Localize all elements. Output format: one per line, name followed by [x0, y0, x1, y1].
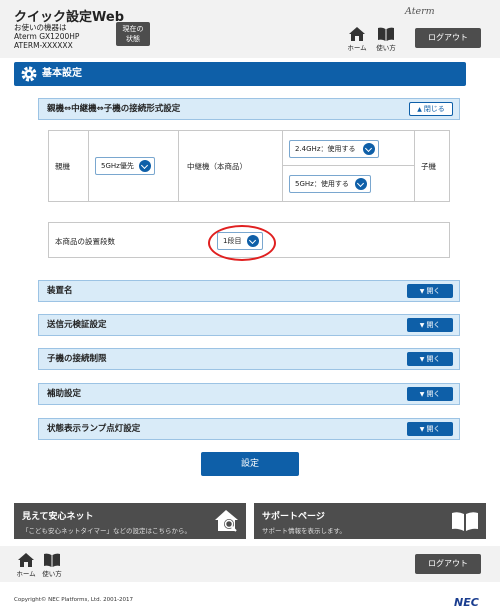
device-name-accordion[interactable]: 装置名 ▼ 開く	[38, 280, 460, 302]
chevron-down-icon	[355, 178, 367, 190]
chevron-down-icon: ▼	[419, 288, 425, 295]
header: クイック設定Web お使いの機器は Aterm GX1200HP ATERM-X…	[0, 0, 500, 58]
parent-band-select[interactable]: 5GHz優先	[95, 157, 155, 175]
connection-accordion-header[interactable]: 親機⇔中継機⇔子機の接続形式設定 ▲ 閉じる	[38, 98, 460, 120]
usage-button[interactable]: 使い方	[374, 27, 398, 52]
connection-table: 親機 5GHz優先 中継機（本商品） 2.4GHz：使用する 5GHz：使用する…	[48, 130, 450, 202]
footer-home-button[interactable]: ホーム	[14, 553, 38, 578]
logout-button[interactable]: ログアウト	[415, 28, 481, 48]
chevron-up-icon: ▲	[417, 106, 422, 113]
section-header: 基本設定	[14, 62, 466, 86]
footer-logout-button[interactable]: ログアウト	[415, 554, 481, 574]
chevron-down-icon: ▼	[419, 426, 425, 433]
book-icon	[452, 512, 478, 531]
chevron-down-icon: ▼	[419, 391, 425, 398]
relay-24ghz-select[interactable]: 2.4GHz：使用する	[289, 140, 379, 158]
lamp-settings-accordion[interactable]: 状態表示ランプ点灯設定 ▼ 開く	[38, 418, 460, 440]
open-button[interactable]: ▼ 開く	[407, 352, 453, 366]
open-button[interactable]: ▼ 開く	[407, 422, 453, 436]
relay-5-cell: 5GHz：使用する	[283, 166, 415, 201]
chevron-down-icon: ▼	[419, 322, 425, 329]
home-icon	[18, 553, 34, 567]
relay-24-cell: 2.4GHz：使用する	[283, 131, 415, 166]
house-search-icon	[215, 510, 238, 532]
highlight-circle	[208, 225, 276, 261]
copyright: Copyright© NEC Platforms, Ltd. 2001-2017	[14, 597, 134, 603]
relay-label: 中継機（本商品）	[179, 131, 283, 201]
support-page-banner[interactable]: サポートページ サポート情報を表示します。	[254, 503, 486, 539]
home-button[interactable]: ホーム	[345, 27, 369, 52]
parent-label: 親機	[49, 131, 89, 201]
child-label: 子機	[421, 162, 436, 171]
submit-button[interactable]: 設定	[201, 452, 299, 476]
client-restriction-accordion[interactable]: 子機の接続制限 ▼ 開く	[38, 348, 460, 370]
open-button[interactable]: ▼ 開く	[407, 284, 453, 298]
safe-net-banner[interactable]: 見えて安心ネット 「こども安心ネットタイマー」などの設定はこちらから。	[14, 503, 246, 539]
source-verification-accordion[interactable]: 送信元検証設定 ▼ 開く	[38, 314, 460, 336]
footer-bar: ホーム 使い方 ログアウト	[0, 546, 500, 582]
device-model: Aterm GX1200HP	[14, 32, 80, 41]
book-icon	[378, 27, 394, 41]
open-button[interactable]: ▼ 開く	[407, 318, 453, 332]
gear-icon	[21, 66, 37, 82]
device-ssid: ATERM-XXXXXX	[14, 41, 73, 50]
parent-cell: 5GHz優先	[89, 131, 179, 201]
auxiliary-settings-accordion[interactable]: 補助設定 ▼ 開く	[38, 383, 460, 405]
footer-usage-button[interactable]: 使い方	[40, 553, 64, 578]
current-status-button[interactable]: 現在の 状態	[116, 22, 150, 46]
open-button[interactable]: ▼ 開く	[407, 387, 453, 401]
nec-logo: NEC	[454, 596, 479, 609]
home-icon	[349, 27, 365, 41]
stage-label: 本商品の設置段数	[55, 237, 115, 246]
chevron-down-icon	[363, 143, 375, 155]
device-label: お使いの機器は	[14, 23, 67, 32]
close-button[interactable]: ▲ 閉じる	[409, 102, 453, 116]
book-icon	[44, 553, 60, 567]
brand-logo: Aterm	[405, 6, 435, 17]
chevron-down-icon	[139, 160, 151, 172]
relay-5ghz-select[interactable]: 5GHz：使用する	[289, 175, 371, 193]
chevron-down-icon: ▼	[419, 356, 425, 363]
